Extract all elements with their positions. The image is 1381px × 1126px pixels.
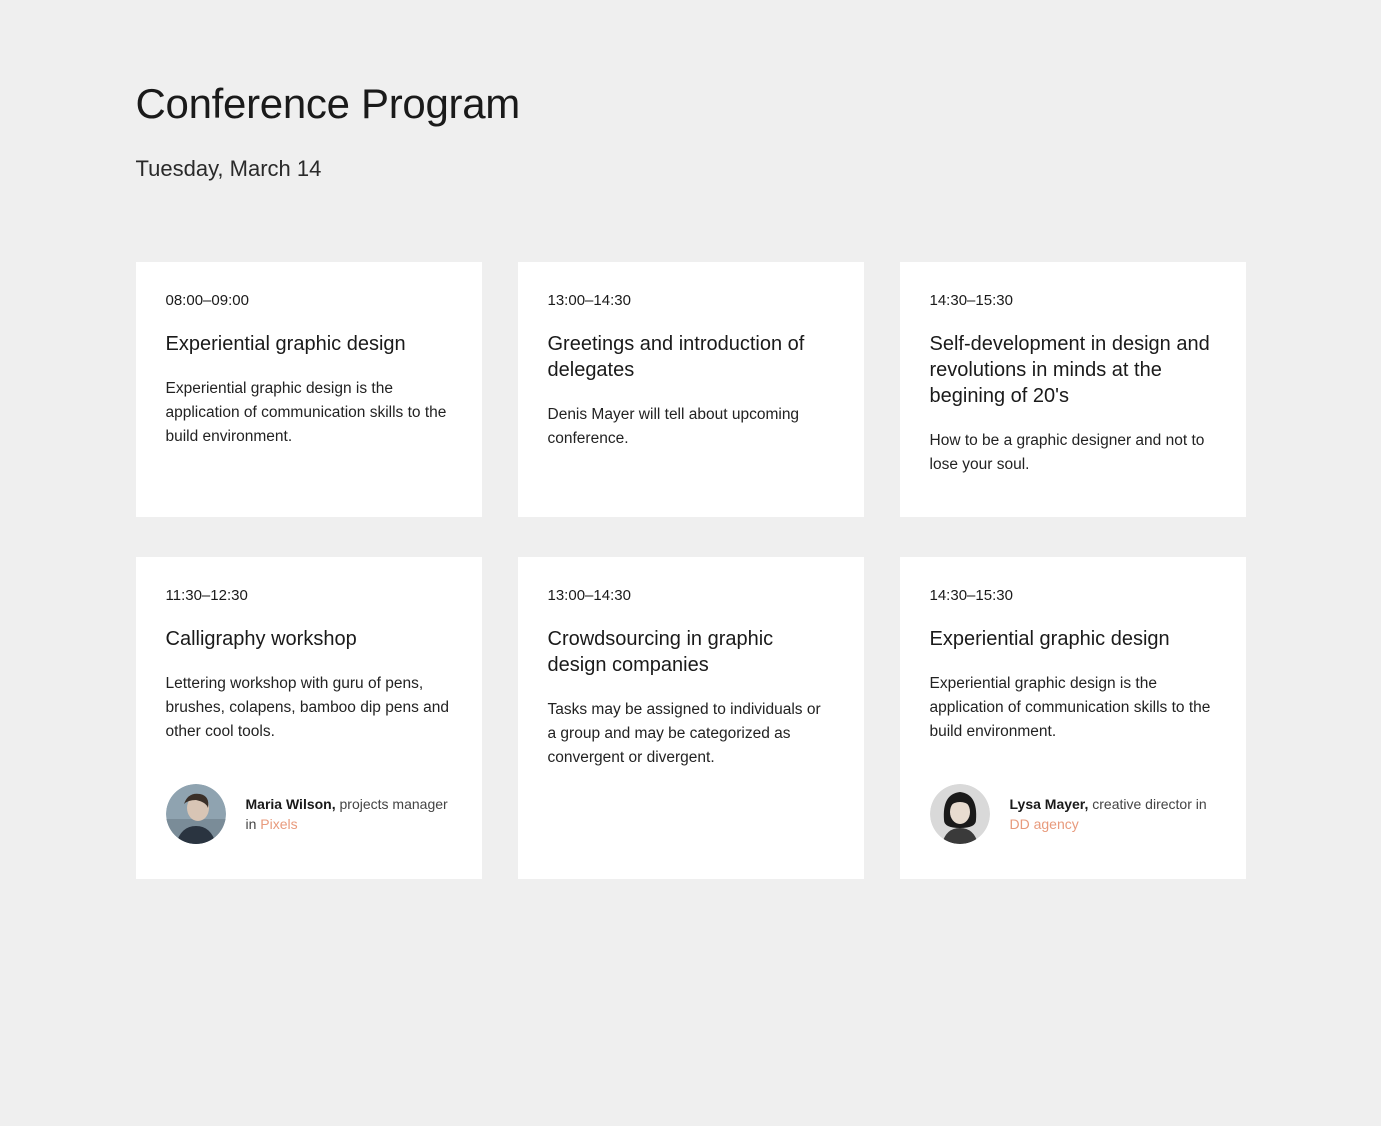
program-card: 08:00–09:00 Experiential graphic design … [136, 262, 482, 517]
session-description: Denis Mayer will tell about upcoming con… [548, 403, 834, 451]
session-time: 11:30–12:30 [166, 587, 452, 604]
session-description: How to be a graphic designer and not to … [930, 429, 1216, 477]
avatar [930, 784, 990, 844]
speaker-role: creative director in [1092, 796, 1206, 812]
session-title: Experiential graphic design [930, 626, 1216, 652]
page-title: Conference Program [136, 80, 1246, 128]
session-title: Experiential graphic design [166, 331, 452, 357]
session-time: 13:00–14:30 [548, 587, 834, 604]
avatar [166, 784, 226, 844]
session-time: 14:30–15:30 [930, 292, 1216, 309]
speaker-name: Maria Wilson, [246, 796, 336, 812]
session-description: Tasks may be assigned to individuals or … [548, 698, 834, 770]
program-card: 14:30–15:30 Self-development in design a… [900, 262, 1246, 517]
session-time: 14:30–15:30 [930, 587, 1216, 604]
program-card: 14:30–15:30 Experiential graphic design … [900, 557, 1246, 879]
speaker-link[interactable]: Pixels [260, 816, 297, 832]
program-card: 13:00–14:30 Crowdsourcing in graphic des… [518, 557, 864, 879]
session-description: Experiential graphic design is the appli… [930, 672, 1216, 744]
session-title: Greetings and introduction of delegates [548, 331, 834, 383]
session-description: Experiential graphic design is the appli… [166, 377, 452, 449]
program-grid: 08:00–09:00 Experiential graphic design … [136, 262, 1246, 879]
speaker-link[interactable]: DD agency [1010, 816, 1079, 832]
speaker-block: Lysa Mayer, creative director in DD agen… [930, 784, 1216, 844]
speaker-info: Maria Wilson, projects manager in Pixels [246, 794, 452, 835]
speaker-block: Maria Wilson, projects manager in Pixels [166, 784, 452, 844]
program-card: 13:00–14:30 Greetings and introduction o… [518, 262, 864, 517]
speaker-info: Lysa Mayer, creative director in DD agen… [1010, 794, 1216, 835]
session-time: 08:00–09:00 [166, 292, 452, 309]
session-title: Crowdsourcing in graphic design companie… [548, 626, 834, 678]
session-time: 13:00–14:30 [548, 292, 834, 309]
session-description: Lettering workshop with guru of pens, br… [166, 672, 452, 744]
page-date: Tuesday, March 14 [136, 156, 1246, 182]
session-title: Calligraphy workshop [166, 626, 452, 652]
program-card: 11:30–12:30 Calligraphy workshop Letteri… [136, 557, 482, 879]
speaker-name: Lysa Mayer, [1010, 796, 1089, 812]
session-title: Self-development in design and revolutio… [930, 331, 1216, 409]
